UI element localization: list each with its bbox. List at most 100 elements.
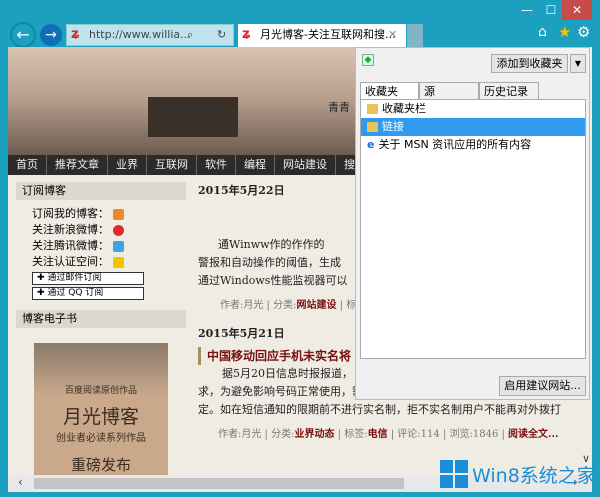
label: 收藏夹栏 <box>382 102 426 115</box>
book-title: 月光博客 <box>62 406 139 428</box>
favorites-item-msn[interactable]: e 关于 MSN 资讯应用的所有内容 <box>361 136 585 154</box>
category-link[interactable]: 业界动态 <box>294 429 334 440</box>
book-line3: 重磅发布 <box>70 456 131 474</box>
blog-banner: 青青 <box>8 47 358 155</box>
post-meta: | 评论:114 | 浏览:1846 | <box>387 429 509 440</box>
nav-home[interactable]: 首页 <box>8 155 47 175</box>
tencent-weibo-icon[interactable] <box>113 240 124 252</box>
address-bar[interactable]: ʑ http://www.willia... ⌕ ↻ <box>66 24 234 46</box>
favorites-list: 收藏夹栏 链接 e 关于 MSN 资讯应用的所有内容 <box>360 99 586 359</box>
banner-text: 青青 <box>328 101 350 114</box>
tab-history[interactable]: 历史记录 <box>479 82 539 100</box>
subscribe-rss[interactable]: 订阅我的博客： <box>16 206 186 222</box>
minimize-button[interactable]: — <box>515 0 539 20</box>
post-date: 2015年5月21日 <box>198 327 285 340</box>
label: 关注腾讯微博： <box>32 239 109 252</box>
post-list: 2015年5月22日 通Winww作的作作的 警报和自动操作的阈值，生成 通过W… <box>198 182 561 440</box>
label: 通过 QQ 订阅 <box>47 288 104 298</box>
favorites-star-icon[interactable]: ★ <box>558 23 571 41</box>
settings-gear-icon[interactable]: ⚙ <box>577 23 590 41</box>
star-badge-icon[interactable] <box>113 256 124 268</box>
scroll-left-icon[interactable]: ‹ <box>18 475 23 489</box>
plus-icon: ✚ <box>37 288 48 298</box>
nav-industry[interactable]: 业界 <box>108 155 147 175</box>
site-favicon: ʑ <box>242 27 251 42</box>
site-nav: 首页 推荐文章 业界 互联网 软件 编程 网站建设 搜索引 <box>8 155 386 175</box>
favorites-item-bar[interactable]: 收藏夹栏 <box>361 100 585 118</box>
post-text: 定。如在短信通知的限期前不进行实名制，拒不实名制用户不能再对外拨打 <box>198 403 561 416</box>
post-meta: 作者:月光 | 分类: <box>218 429 295 440</box>
nav-programming[interactable]: 编程 <box>236 155 275 175</box>
add-dropdown-button[interactable]: ▼ <box>570 54 586 73</box>
post-date: 2015年5月22日 <box>198 184 285 197</box>
chevron-down-icon: ▼ <box>574 59 582 68</box>
label: 订阅我的博客： <box>32 207 109 220</box>
tab-close-icon[interactable]: ✕ <box>388 24 397 46</box>
nav-recommended[interactable]: 推荐文章 <box>47 155 108 175</box>
favorites-panel: ◆ 添加到收藏夹 ▼ 收藏夹 源 历史记录 收藏夹栏 链接 e 关于 MSN 资讯… <box>355 47 590 400</box>
folder-icon <box>367 122 378 132</box>
forward-arrow-icon: → <box>45 27 57 43</box>
add-to-favorites-button[interactable]: 添加到收藏夹 <box>491 54 568 73</box>
sidebar: 订阅博客 订阅我的博客： 关注新浪微博： 关注腾讯微博： 关注认证空间： ✚ 通… <box>16 182 186 328</box>
close-button[interactable]: ✕ <box>562 0 592 20</box>
browser-tab[interactable]: ʑ 月光博客-关注互联网和搜... ✕ <box>238 24 406 47</box>
refresh-icon[interactable]: ↻ <box>217 25 226 45</box>
label: 通过邮件订阅 <box>47 273 102 283</box>
pin-panel-icon[interactable]: ◆ <box>362 54 374 66</box>
back-arrow-icon: ← <box>16 25 30 44</box>
book-line1: 百度阅读原创作品 <box>64 386 137 396</box>
post-text: 求，为避免影响号码正常使用，需携带本人身份证进行实名登记。广州移动 <box>198 383 561 401</box>
tab-favorites[interactable]: 收藏夹 <box>360 82 419 100</box>
category-link[interactable]: 网站建设 <box>296 300 336 311</box>
nav-webdev[interactable]: 网站建设 <box>275 155 336 175</box>
rss-icon[interactable] <box>113 208 124 220</box>
home-icon[interactable]: ⌂ <box>538 24 547 40</box>
enable-suggested-sites-button[interactable]: 启用建议网站... <box>499 376 586 396</box>
qq-subscribe-button[interactable]: ✚ 通过 QQ 订阅 <box>32 287 144 300</box>
follow-sina[interactable]: 关注新浪微博： <box>16 222 186 238</box>
new-tab-button[interactable] <box>407 24 423 47</box>
post-title-link[interactable]: 中国移动回应手机未实名将 <box>198 347 368 365</box>
label: 链接 <box>382 120 404 133</box>
favorites-item-links[interactable]: 链接 <box>361 118 585 136</box>
label: 关注认证空间： <box>32 255 109 268</box>
read-more-link[interactable]: 阅读全文... <box>508 429 558 440</box>
post-meta: | 标签: <box>334 429 368 440</box>
ie-page-icon: e <box>367 138 375 151</box>
address-text[interactable]: http://www.willia... <box>89 28 191 41</box>
tab-feeds[interactable]: 源 <box>419 82 479 100</box>
watermark-text: Win8系统之家 <box>472 464 596 487</box>
scrollbar-thumb[interactable] <box>34 478 404 489</box>
follow-space[interactable]: 关注认证空间： <box>16 254 186 270</box>
post-text: 据5月20日信息时报报道， <box>222 367 353 380</box>
forward-button[interactable]: → <box>40 24 62 46</box>
folder-icon <box>367 104 378 114</box>
post-text: 警报和自动操作的阈值，生成 <box>198 256 341 269</box>
ebook-cover[interactable]: 百度阅读原创作品 月光博客 创业者必读系列作品 重磅发布 <box>34 343 168 475</box>
label: 关注新浪微博： <box>32 223 109 236</box>
site-favicon: ʑ <box>71 27 80 42</box>
watermark: Win8系统之家 <box>440 460 596 488</box>
follow-tencent[interactable]: 关注腾讯微博： <box>16 238 186 254</box>
email-subscribe-button[interactable]: ✚ 通过邮件订阅 <box>32 272 144 285</box>
windows-logo-icon <box>440 460 468 488</box>
maximize-button[interactable]: ☐ <box>540 0 562 20</box>
weibo-icon[interactable] <box>113 224 124 236</box>
post-meta: | 标 <box>336 300 357 311</box>
nav-software[interactable]: 软件 <box>197 155 236 175</box>
book-line2: 创业者必读系列作品 <box>56 433 146 444</box>
ebook-heading: 博客电子书 <box>16 310 186 328</box>
back-button[interactable]: ← <box>10 22 36 48</box>
nav-internet[interactable]: 互联网 <box>147 155 197 175</box>
subscribe-heading: 订阅博客 <box>16 182 186 200</box>
plus-icon: ✚ <box>37 273 48 283</box>
search-icon[interactable]: ⌕ <box>187 25 193 45</box>
house-image <box>148 97 238 137</box>
post-text: 通过Windows性能监视器可以 <box>198 274 348 287</box>
tag-link[interactable]: 电信 <box>368 429 388 440</box>
post-meta: 作者:月光 | 分类: <box>220 300 297 311</box>
tab-title: 月光博客-关注互联网和搜... <box>260 28 396 41</box>
label: 关于 MSN 资讯应用的所有内容 <box>378 138 532 151</box>
post-text: 通Winww作的作作的 <box>218 238 325 251</box>
